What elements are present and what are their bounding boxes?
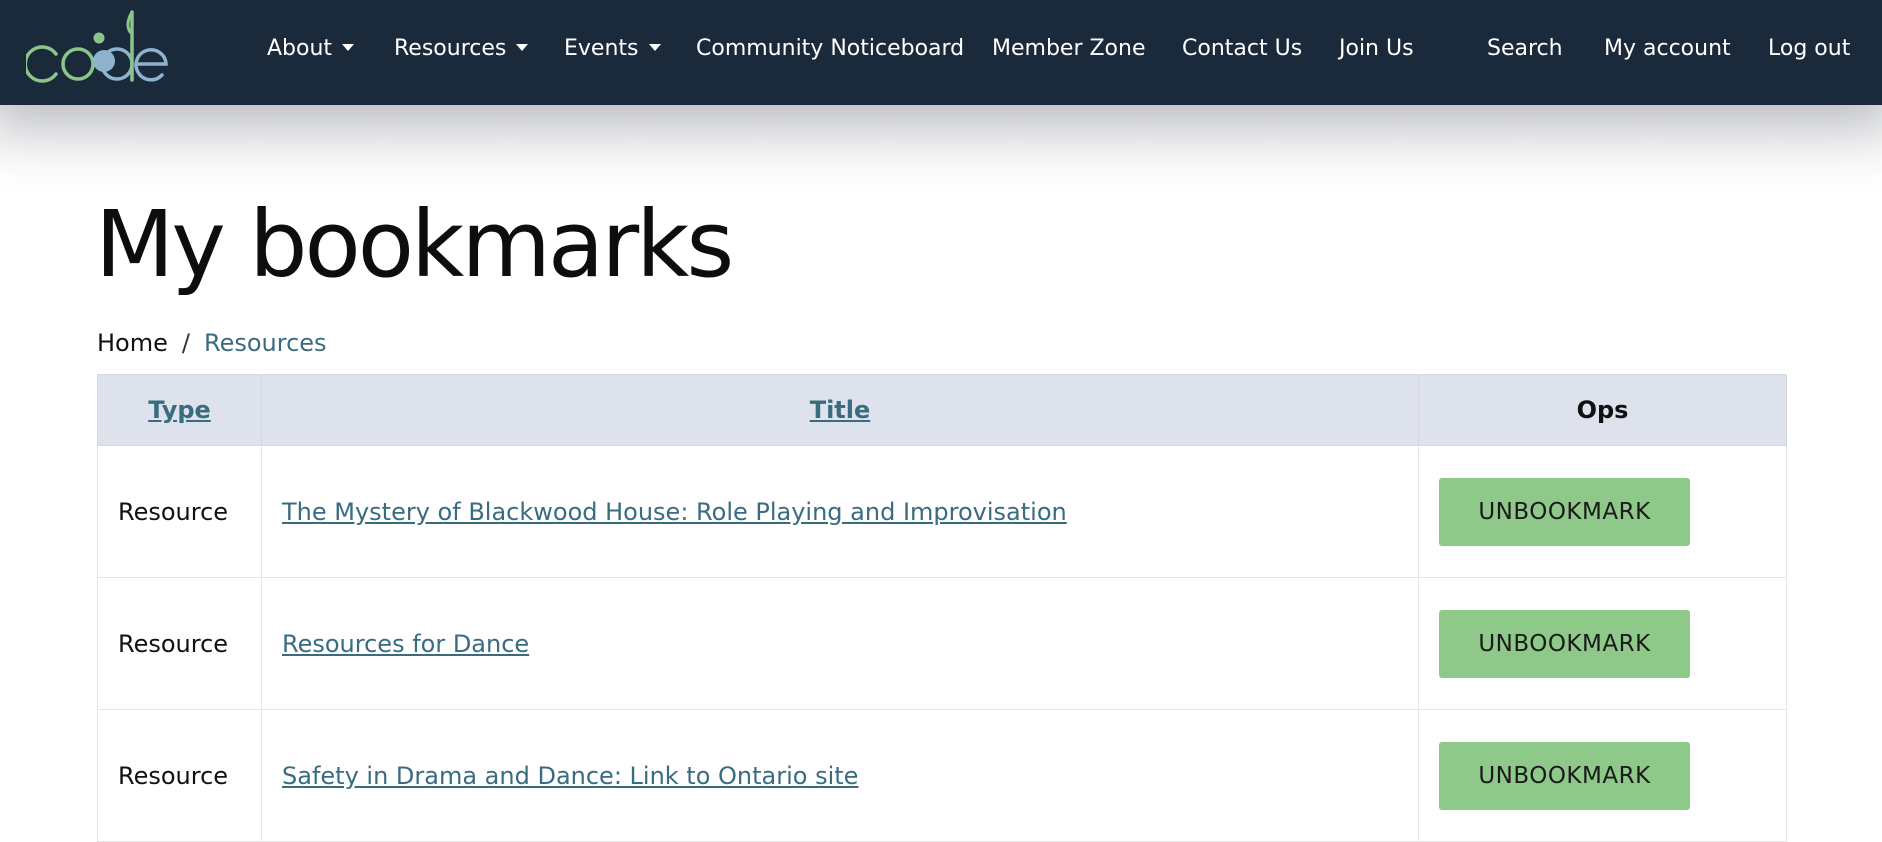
ops-cell: UNBOOKMARK [1418, 577, 1787, 710]
unbookmark-button[interactable]: UNBOOKMARK [1439, 609, 1690, 678]
nav-contact-us-label: Contact Us [1182, 36, 1303, 61]
nav-member-zone-label: Member Zone [992, 36, 1146, 61]
chevron-down-icon [342, 43, 355, 51]
ops-cell: UNBOOKMARK [1418, 445, 1787, 578]
nav-join-us-label: Join Us [1339, 36, 1414, 61]
breadcrumb-separator: / [181, 329, 190, 357]
bookmarks-table: Type Title Ops Resource The Mystery of B… [97, 374, 1787, 842]
column-header-type[interactable]: Type [97, 374, 262, 446]
nav-events[interactable]: Events [564, 34, 661, 64]
table-row: Resource The Mystery of Blackwood House:… [97, 445, 1787, 578]
nav-search-label: Search [1487, 36, 1563, 61]
ops-header-label: Ops [1576, 396, 1629, 424]
column-header-ops: Ops [1418, 374, 1787, 446]
column-header-title[interactable]: Title [261, 374, 1419, 446]
code-logo[interactable] [26, 4, 176, 84]
breadcrumb: Home / Resources [97, 327, 327, 359]
sort-by-type-link[interactable]: Type [148, 396, 211, 424]
title-cell: The Mystery of Blackwood House: Role Pla… [261, 445, 1419, 578]
table-row: Resource Resources for Dance UNBOOKMARK [97, 577, 1787, 710]
resource-title-link[interactable]: Resources for Dance [282, 630, 529, 658]
nav-community-noticeboard[interactable]: Community Noticeboard [696, 34, 964, 64]
nav-my-account-label: My account [1604, 36, 1731, 61]
unbookmark-button[interactable]: UNBOOKMARK [1439, 741, 1690, 810]
nav-join-us[interactable]: Join Us [1339, 34, 1414, 64]
type-cell: Resource [97, 445, 262, 578]
nav-about-label: About [267, 36, 333, 61]
table-row: Resource Safety in Drama and Dance: Link… [97, 709, 1787, 842]
chevron-down-icon [516, 43, 529, 51]
type-cell: Resource [97, 709, 262, 842]
table-header-row: Type Title Ops [97, 374, 1787, 446]
type-cell: Resource [97, 577, 262, 710]
nav-events-label: Events [564, 36, 639, 61]
sort-by-title-link[interactable]: Title [810, 396, 871, 424]
nav-log-out-label: Log out [1768, 36, 1851, 61]
nav-resources[interactable]: Resources [394, 34, 529, 64]
page-title: My bookmarks [95, 191, 734, 298]
site-header: About Resources Events Community Noticeb… [0, 0, 1882, 105]
nav-resources-label: Resources [394, 36, 507, 61]
breadcrumb-home-link[interactable]: Home [97, 329, 168, 357]
title-cell: Safety in Drama and Dance: Link to Ontar… [261, 709, 1419, 842]
nav-about[interactable]: About [267, 34, 355, 64]
unbookmark-button[interactable]: UNBOOKMARK [1439, 477, 1690, 546]
chevron-down-icon [648, 43, 661, 51]
title-cell: Resources for Dance [261, 577, 1419, 710]
nav-community-noticeboard-label: Community Noticeboard [696, 36, 965, 61]
resource-title-link[interactable]: Safety in Drama and Dance: Link to Ontar… [282, 762, 858, 790]
nav-contact-us[interactable]: Contact Us [1182, 34, 1302, 64]
nav-search[interactable]: Search [1487, 34, 1563, 64]
resource-title-link[interactable]: The Mystery of Blackwood House: Role Pla… [282, 498, 1067, 526]
nav-member-zone[interactable]: Member Zone [992, 34, 1146, 64]
breadcrumb-current: Resources [203, 329, 327, 357]
nav-my-account[interactable]: My account [1604, 34, 1731, 64]
ops-cell: UNBOOKMARK [1418, 709, 1787, 842]
nav-log-out[interactable]: Log out [1768, 34, 1850, 64]
